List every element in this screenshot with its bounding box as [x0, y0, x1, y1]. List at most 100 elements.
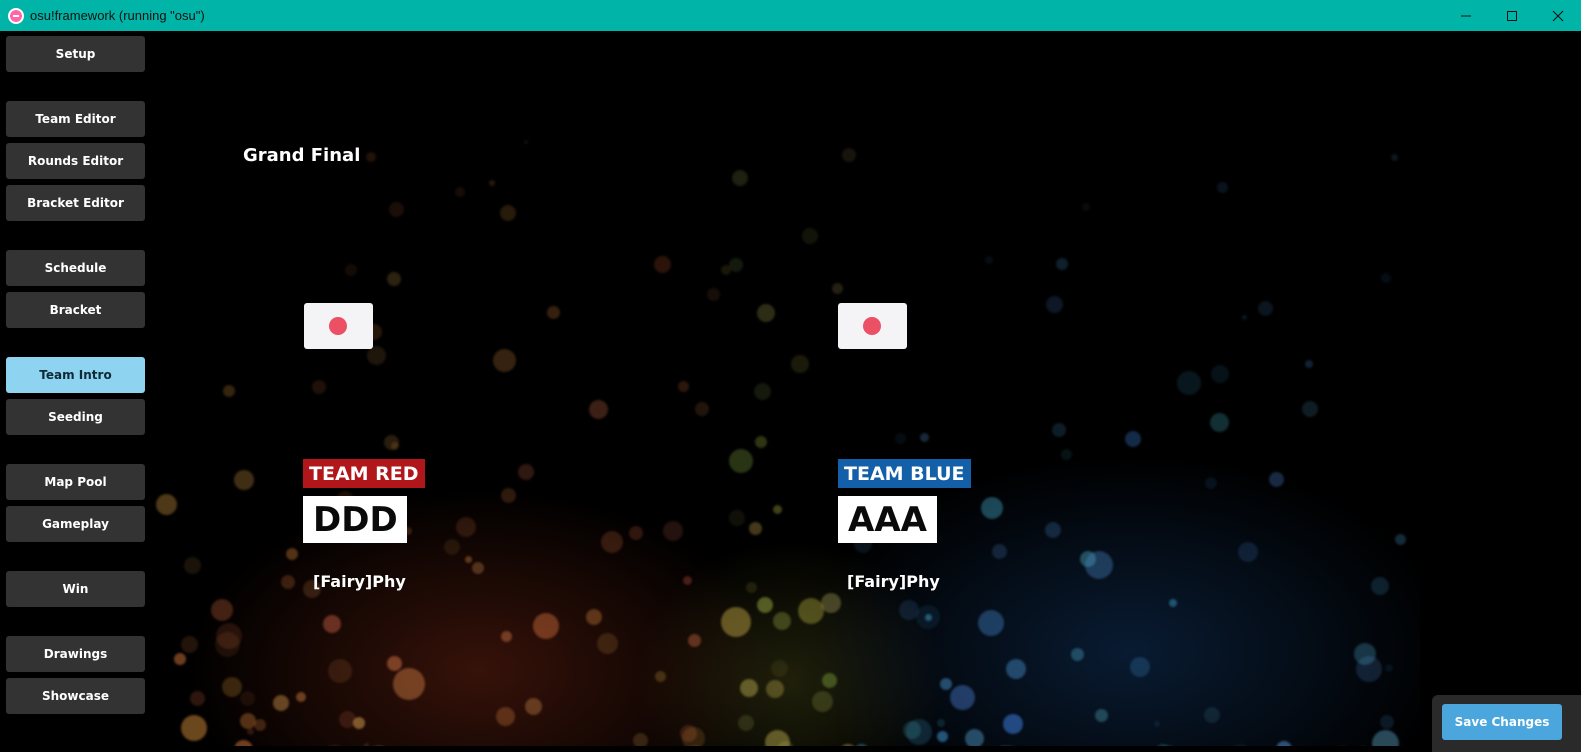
window-title: osu!framework (running "osu") [30, 8, 205, 23]
bokeh-particle [766, 680, 784, 698]
bokeh-particle [1385, 664, 1393, 672]
bokeh-particle [1006, 659, 1026, 679]
bokeh-particle [500, 205, 516, 221]
sidebar-item-win[interactable]: Win [6, 571, 145, 607]
right-margin [1420, 31, 1581, 746]
bokeh-particle [240, 691, 255, 706]
bokeh-particle [654, 256, 671, 273]
bokeh-particle [1371, 577, 1389, 595]
sidebar-item-bracket-editor[interactable]: Bracket Editor [6, 185, 145, 221]
bokeh-particle [586, 609, 602, 625]
save-changes-button[interactable]: Save Changes [1442, 704, 1562, 740]
bokeh-particle [181, 715, 207, 741]
sidebar-item-schedule[interactable]: Schedule [6, 250, 145, 286]
bokeh-particle [1095, 709, 1108, 722]
sidebar-item-map-pool[interactable]: Map Pool [6, 464, 145, 500]
osu-app-icon [8, 7, 24, 24]
bokeh-particle [1258, 301, 1273, 316]
bokeh-particle [1391, 154, 1398, 161]
bokeh-particle [1045, 522, 1061, 538]
bokeh-particle [1130, 657, 1150, 677]
bokeh-particle [1154, 721, 1160, 727]
bokeh-particle [854, 744, 869, 746]
bokeh-particle [721, 607, 751, 637]
bokeh-particle [547, 306, 560, 319]
bokeh-particle [1204, 707, 1220, 723]
bokeh-particle [740, 679, 758, 697]
bokeh-particle [802, 228, 818, 244]
bokeh-particle [1238, 542, 1258, 562]
flag-sun [329, 317, 347, 335]
sidebar-item-showcase[interactable]: Showcase [6, 678, 145, 714]
team-blue-acronym: AAA [838, 496, 937, 543]
bokeh-particle [524, 140, 528, 144]
bokeh-particle [1210, 413, 1229, 432]
bokeh-particle [353, 717, 365, 729]
bokeh-particle [1276, 741, 1292, 746]
bokeh-particle [655, 671, 666, 682]
bokeh-particle [765, 730, 790, 746]
bokeh-particle [240, 713, 256, 729]
bokeh-particle [965, 729, 984, 746]
bokeh-particle [156, 494, 177, 515]
bokeh-particle [281, 575, 295, 589]
bokeh-particle [312, 380, 326, 394]
bokeh-particle [688, 634, 701, 647]
sidebar-item-team-intro[interactable]: Team Intro [6, 357, 145, 393]
bokeh-particle [345, 264, 357, 276]
bokeh-particle [320, 745, 350, 746]
sidebar-item-bracket[interactable]: Bracket [6, 292, 145, 328]
bokeh-particle [821, 593, 841, 613]
bokeh-particle [729, 510, 745, 526]
bokeh-particle [215, 632, 240, 657]
sidebar-item-setup[interactable]: Setup [6, 36, 145, 72]
bokeh-particle [234, 470, 254, 490]
team-red-player: [Fairy]Phy [313, 572, 406, 591]
bokeh-particle [444, 539, 460, 555]
bokeh-particle [391, 442, 399, 450]
bokeh-particle [525, 698, 542, 715]
japan-flag-icon [304, 303, 373, 349]
minimize-icon[interactable] [1443, 0, 1489, 31]
bokeh-particle [1229, 744, 1252, 746]
team-blue-label: TEAM BLUE [838, 459, 971, 488]
bokeh-particle [456, 517, 476, 537]
bokeh-particle [1242, 315, 1247, 320]
bokeh-particle [773, 612, 791, 630]
bokeh-particle [518, 464, 534, 480]
bokeh-particle [757, 304, 775, 322]
bokeh-particle [190, 691, 205, 706]
bokeh-particle [1205, 477, 1217, 489]
bokeh-particle [812, 691, 833, 712]
bokeh-particle [895, 433, 906, 444]
bokeh-particle [597, 633, 618, 654]
flag-sun [863, 317, 881, 335]
bokeh-particle [1354, 643, 1376, 665]
bokeh-particle [1056, 258, 1068, 270]
sidebar-item-team-editor[interactable]: Team Editor [6, 101, 145, 137]
maximize-icon[interactable] [1489, 0, 1535, 31]
bokeh-particle [286, 548, 298, 560]
bokeh-particle [920, 433, 929, 442]
sidebar-item-rounds-editor[interactable]: Rounds Editor [6, 143, 145, 179]
bokeh-particle [757, 597, 773, 613]
bokeh-particle [1302, 401, 1318, 417]
bokeh-particle [633, 733, 648, 746]
bokeh-particle [978, 610, 1004, 636]
window-titlebar[interactable]: osu!framework (running "osu") [0, 0, 1581, 31]
sidebar-item-gameplay[interactable]: Gameplay [6, 506, 145, 542]
sidebar-item-drawings[interactable]: Drawings [6, 636, 145, 672]
close-icon[interactable] [1535, 0, 1581, 31]
bokeh-particle [296, 692, 306, 702]
sidebar-item-seeding[interactable]: Seeding [6, 399, 145, 435]
bokeh-particle [822, 673, 837, 688]
bokeh-particle [842, 148, 856, 162]
bokeh-particle [533, 613, 559, 639]
team-intro-stage: Grand Final TEAM RED DDD [Fairy]Phy TEAM… [150, 31, 1420, 746]
bokeh-particle [493, 349, 516, 372]
bokeh-particle [1046, 296, 1063, 313]
bokeh-particle [729, 258, 743, 272]
window-controls [1443, 0, 1581, 31]
bokeh-particle [754, 383, 771, 400]
bokeh-particle [832, 283, 843, 294]
